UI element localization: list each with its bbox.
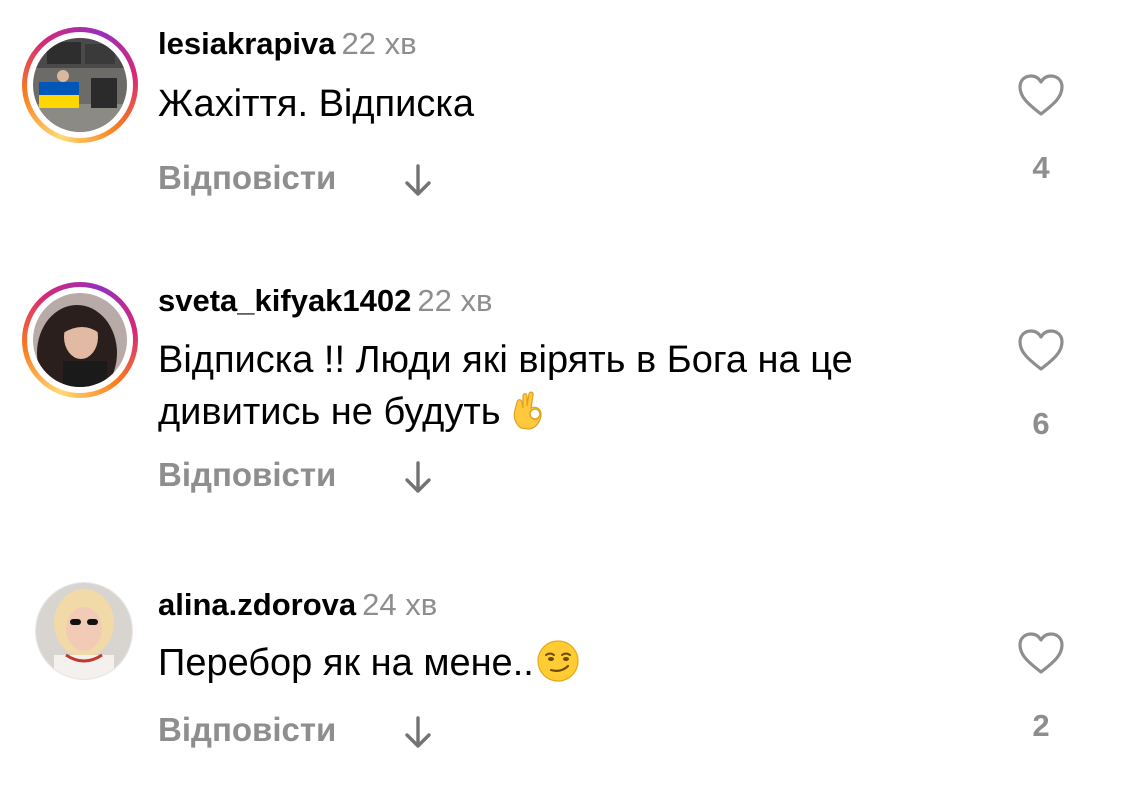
- smirking-face-emoji-icon: [536, 639, 580, 683]
- comment-meta: alina.zdorova 24 хв: [158, 587, 437, 623]
- comment-time: 24 хв: [362, 587, 438, 622]
- username[interactable]: alina.zdorova: [158, 587, 356, 622]
- comment-text: Перебор як на мене..: [158, 637, 998, 689]
- comment-item: alina.zdorova 24 хв Перебор як на мене.. …: [0, 0, 1125, 794]
- arrow-down-icon[interactable]: [402, 715, 434, 751]
- comment-text-segment: Перебор як на мене..: [158, 642, 534, 684]
- heart-outline-icon[interactable]: [1016, 630, 1066, 676]
- avatar-photo-icon: [36, 583, 132, 679]
- like-count: 2: [1032, 708, 1050, 743]
- reply-button[interactable]: Відповісти: [158, 711, 336, 749]
- avatar[interactable]: [36, 583, 132, 679]
